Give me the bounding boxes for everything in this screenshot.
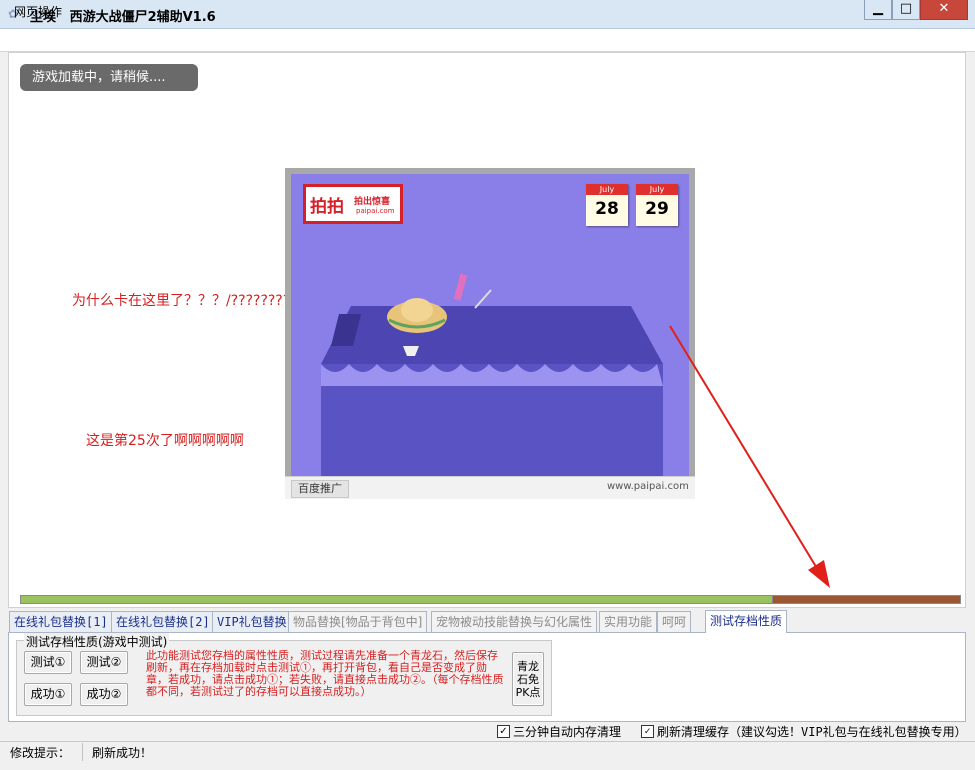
test-1-button[interactable]: 测试① — [24, 651, 72, 674]
annotation-text: 这是第25次了啊啊啊啊啊 — [86, 433, 244, 449]
status-divider — [82, 743, 83, 761]
paipai-logo-text: 拍拍 — [310, 197, 344, 217]
tab-utilities[interactable]: 实用功能 — [599, 611, 658, 632]
close-button[interactable]: ✕ — [920, 0, 968, 20]
menu-item-web-operations[interactable]: 网页操作 — [14, 3, 62, 20]
loading-message: 游戏加载中，请稍候.... — [20, 64, 198, 91]
tab-pet-skill[interactable]: 宠物被动技能替换与幻化属性 — [431, 611, 598, 632]
tab-online-gift-2[interactable]: 在线礼包替换[2] — [111, 611, 215, 632]
calendar-day: 29 — [645, 199, 669, 219]
calendar-day: 28 — [595, 199, 619, 219]
paipai-domain: paipai.com — [356, 207, 395, 215]
auto-clean-label: 三分钟自动内存清理 — [513, 724, 622, 739]
minimize-button[interactable]: ▁ — [864, 0, 892, 20]
tab-online-gift-1[interactable]: 在线礼包替换[1] — [9, 611, 113, 632]
progress-fill — [20, 595, 773, 604]
calendar-month: July — [586, 184, 628, 195]
annotation-text: 为什么卡在这里了？？？/????????? — [72, 293, 298, 309]
tab-hehe[interactable]: 呵呵 — [657, 611, 692, 632]
test-2-button[interactable]: 测试② — [80, 651, 128, 674]
refresh-clean-checkbox[interactable]: ✓ — [641, 724, 654, 738]
menu-bar — [0, 29, 975, 52]
annotation-arrow-icon — [669, 325, 830, 588]
group-title: 测试存档性质(游戏中测试) — [24, 633, 170, 650]
status-label: 修改提示： — [10, 746, 71, 760]
calendar-month: July — [636, 184, 678, 195]
tab-vip-gift[interactable]: VIP礼包替换 — [212, 611, 292, 632]
auto-memory-clean-option[interactable]: ✓ 三分钟自动内存清理 — [497, 723, 621, 739]
refresh-clean-label: 刷新清理缓存（建议勾选！VIP礼包与在线礼包替换专用） — [657, 724, 967, 739]
paipai-tagline: 拍出惊喜 — [354, 197, 391, 207]
maximize-button[interactable]: □ — [892, 0, 920, 20]
instructions-text: 此功能测试您存档的属性性质，测试过程请先准备一个青龙石，然后保存刷新，再在存档加… — [146, 649, 504, 698]
status-message: 刷新成功！ — [92, 746, 153, 760]
refresh-cache-option[interactable]: ✓ 刷新清理缓存（建议勾选！VIP礼包与在线礼包替换专用） — [641, 723, 967, 739]
auto-clean-checkbox[interactable]: ✓ — [497, 724, 510, 738]
tab-test-save[interactable]: 测试存档性质 — [705, 610, 788, 633]
success-1-button[interactable]: 成功① — [24, 683, 72, 706]
baidu-promo-tag[interactable]: 百度推广 — [291, 480, 349, 498]
success-2-button[interactable]: 成功② — [80, 683, 128, 706]
qinglong-pk-button[interactable]: 青龙 石免 PK点 — [512, 652, 544, 706]
calendar-card: July 29 — [636, 184, 678, 226]
tab-item-replace[interactable]: 物品替换[物品于背包中] — [288, 611, 428, 632]
calendar-card: July 28 — [586, 184, 628, 226]
